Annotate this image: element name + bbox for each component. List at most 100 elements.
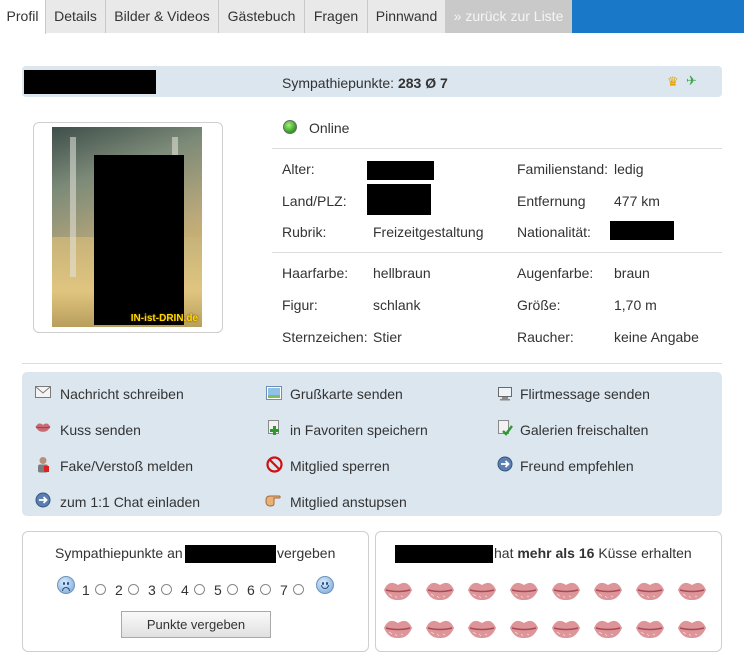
rubrik-value: Freizeitgestaltung <box>373 224 484 240</box>
gallery-unlock-icon <box>497 420 513 436</box>
vote-option-label: 5 <box>214 582 222 598</box>
raucher-label: Raucher: <box>517 329 574 345</box>
divider <box>272 148 722 149</box>
vote-title-suffix: vergeben <box>277 545 336 561</box>
send-message-link[interactable]: Nachricht schreiben <box>60 386 184 402</box>
recommend-friend-link[interactable]: Freund empfehlen <box>520 458 634 474</box>
block-member-link[interactable]: Mitglied sperren <box>290 458 390 474</box>
kiss-mark-icon <box>383 579 413 601</box>
vote-radio-4[interactable] <box>194 584 205 595</box>
alter-label: Alter: <box>282 161 315 177</box>
vote-option-label: 1 <box>82 582 90 598</box>
raucher-value: keine Angabe <box>614 329 699 345</box>
tab-profil[interactable]: Profil <box>0 0 46 34</box>
entfernung-value: 477 km <box>614 193 660 209</box>
tab-fragen[interactable]: Fragen <box>305 0 368 33</box>
redacted-land-plz-value <box>367 184 431 215</box>
tab-pinnwand[interactable]: Pinnwand <box>368 0 446 33</box>
redacted-vote-username <box>185 545 276 563</box>
invite-chat-link[interactable]: zum 1:1 Chat einladen <box>60 494 200 510</box>
redacted-nationalitaet-value <box>610 221 674 240</box>
kiss-mark-icon <box>467 617 497 639</box>
online-status-icon <box>283 120 297 134</box>
vote-radio-5[interactable] <box>227 584 238 595</box>
sympathy-points: 283 <box>397 75 422 91</box>
vote-option-label: 3 <box>148 582 156 598</box>
submit-points-button[interactable]: Punkte vergeben <box>121 611 271 638</box>
vote-radio-1[interactable] <box>95 584 106 595</box>
kiss-mark-icon <box>425 579 455 601</box>
send-kiss-link[interactable]: Kuss senden <box>60 422 141 438</box>
redacted-username <box>24 70 156 94</box>
poke-member-link[interactable]: Mitglied anstupsen <box>290 494 407 510</box>
kiss-mark-icon <box>509 579 539 601</box>
rubrik-label: Rubrik: <box>282 224 327 240</box>
save-favorites-link[interactable]: in Favoriten speichern <box>290 422 428 438</box>
nationalitaet-label: Nationalität: <box>517 224 591 240</box>
entfernung-label: Entfernung <box>517 193 586 209</box>
kiss-mark-icon <box>593 579 623 601</box>
crown-icon: ♛ <box>667 74 679 89</box>
kiss-mark-icon <box>677 617 707 639</box>
profile-photo[interactable]: IN-ist-DRIN.de <box>52 127 202 327</box>
kiss-mark-icon <box>509 617 539 639</box>
redacted-photo-area <box>94 155 184 325</box>
photo-watermark: IN-ist-DRIN.de <box>130 313 198 324</box>
vote-radio-2[interactable] <box>128 584 139 595</box>
kiss-mark-icon <box>635 617 665 639</box>
vote-option-label: 4 <box>181 582 189 598</box>
send-greeting-card-link[interactable]: Grußkarte senden <box>290 386 403 402</box>
vote-radio-7[interactable] <box>293 584 304 595</box>
sympathy-average: Ø 7 <box>425 75 448 91</box>
familienstand-value: ledig <box>614 161 644 177</box>
vote-radio-3[interactable] <box>161 584 172 595</box>
sad-face-icon <box>57 576 75 594</box>
report-user-icon <box>35 456 51 473</box>
groesse-value: 1,70 m <box>614 297 657 313</box>
vote-option-label: 7 <box>280 582 288 598</box>
divider <box>22 363 722 364</box>
sternzeichen-label: Sternzeichen: <box>282 329 368 345</box>
arrow-circle-icon <box>35 492 51 508</box>
tab-gaestebuch[interactable]: Gästebuch <box>219 0 305 33</box>
kiss-mark-icon <box>467 579 497 601</box>
kisses-title-suffix: Küsse erhalten <box>598 545 692 561</box>
kisses-title-prefix: hat <box>494 545 514 561</box>
kiss-mark-icon <box>383 617 413 639</box>
sympathy-label: Sympathiepunkte: <box>282 75 395 91</box>
plane-icon: ✈ <box>686 73 697 88</box>
augenfarbe-label: Augenfarbe: <box>517 265 594 281</box>
tab-bilder-videos[interactable]: Bilder & Videos <box>106 0 219 33</box>
send-flirt-message-link[interactable]: Flirtmessage senden <box>520 386 650 402</box>
vote-title-prefix: Sympathiepunkte an <box>55 545 183 561</box>
kisses-count-text: mehr als 16 <box>517 545 595 561</box>
monitor-icon <box>497 386 513 402</box>
kisses-title: hat mehr als 16 Küsse erhalten <box>494 545 692 561</box>
online-status-text: Online <box>309 120 350 136</box>
add-favorite-icon <box>266 420 282 436</box>
haarfarbe-label: Haarfarbe: <box>282 265 349 281</box>
unlock-galleries-link[interactable]: Galerien freischalten <box>520 422 648 438</box>
arrow-circle-icon <box>497 456 513 472</box>
kiss-mark-icon <box>635 579 665 601</box>
augenfarbe-value: braun <box>614 265 650 281</box>
lips-icon <box>35 421 51 437</box>
kiss-mark-icon <box>677 579 707 601</box>
kiss-mark-icon <box>551 617 581 639</box>
kiss-mark-icon <box>551 579 581 601</box>
tab-bar: Profil Details Bilder & Videos Gästebuch… <box>0 0 744 34</box>
sternzeichen-value: Stier <box>373 329 402 345</box>
familienstand-label: Familienstand: <box>517 161 609 177</box>
redacted-kisses-username <box>395 545 493 563</box>
vote-option-label: 2 <box>115 582 123 598</box>
happy-face-icon <box>316 576 334 594</box>
greeting-card-icon <box>266 386 282 402</box>
groesse-label: Größe: <box>517 297 561 313</box>
tab-details[interactable]: Details <box>46 0 106 33</box>
photo-pole <box>70 137 76 277</box>
haarfarbe-value: hellbraun <box>373 265 431 281</box>
report-fake-link[interactable]: Fake/Verstoß melden <box>60 458 193 474</box>
vote-radio-6[interactable] <box>260 584 271 595</box>
land-plz-label: Land/PLZ: <box>282 193 347 209</box>
back-to-list-link[interactable]: » zurück zur Liste <box>446 0 572 33</box>
